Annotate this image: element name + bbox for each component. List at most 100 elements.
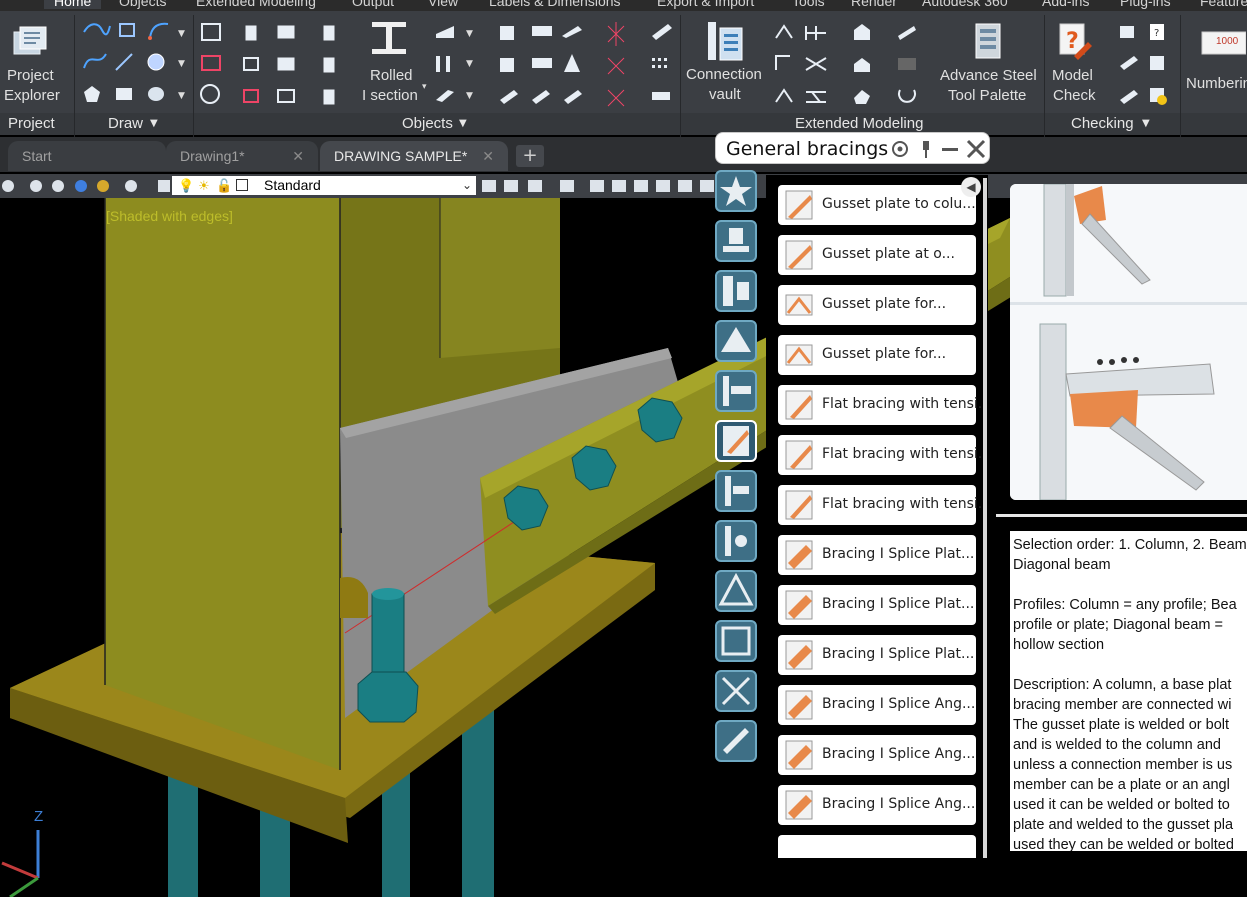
numbering-icon-text: 1000 (1216, 36, 1239, 47)
menu-autodesk-360[interactable]: Autodesk 360 (922, 0, 1008, 9)
tool-palette-icon[interactable] (975, 23, 1001, 59)
description-line: The gusset plate is welded or bolt (1013, 717, 1230, 733)
menu-home[interactable]: Home (44, 0, 102, 9)
list-item[interactable]: Bracing I Splice Ang... (778, 785, 976, 825)
draw-tools-group: ▼ ▼ ▼ (83, 22, 185, 102)
minimize-icon[interactable] (942, 148, 958, 151)
menu-export-import[interactable]: Export & Import (657, 0, 754, 9)
category-truss-icon[interactable] (715, 570, 757, 612)
palette-header[interactable]: General bracings (715, 132, 990, 164)
model-check-button[interactable]: ? Model Check (1048, 20, 1102, 110)
list-item[interactable]: Flat bracing with tensi... (778, 485, 988, 525)
panel-title-objects[interactable]: Objects (402, 115, 453, 132)
menu-add-ins[interactable]: Add-ins (1042, 0, 1089, 9)
palette-scrollbar[interactable] (983, 178, 987, 858)
objects-panel-chevron-icon[interactable]: ▼ (459, 118, 467, 129)
project-explorer-button[interactable]: Project Explorer (2, 22, 70, 108)
tool-palette-label-1[interactable]: Advance Steel (940, 66, 1037, 86)
checking-panel-chevron-icon[interactable]: ▼ (1142, 118, 1150, 129)
layer-dropdown[interactable]: 💡 ☀ 🔓 Standard ⌄ (172, 176, 476, 195)
connection-description: Selection order: 1. Column, 2. Beam Diago… (1010, 531, 1247, 851)
list-item[interactable]: Bracing I Splice Plat... (778, 535, 976, 575)
menu-view[interactable]: View (428, 0, 458, 9)
preview-splitter[interactable] (996, 514, 1247, 517)
menu-tools[interactable]: Tools (792, 0, 825, 9)
menu-render[interactable]: Render (851, 0, 897, 9)
menu-feature[interactable]: Feature (1200, 0, 1247, 9)
panel-title-draw[interactable]: Draw (108, 115, 143, 132)
arc-icon[interactable] (148, 22, 169, 40)
list-item[interactable]: Bracing I Splice Plat... (778, 585, 976, 625)
list-item[interactable]: Gusset plate to colu... (778, 185, 976, 225)
list-item[interactable]: Bracing I Splice Ang... (778, 735, 976, 775)
list-item-label: Flat bracing with tensi... (822, 496, 988, 512)
column-web (105, 198, 340, 770)
rolled-section-label-1[interactable]: Rolled (370, 66, 413, 86)
collapse-arrow-icon[interactable]: ◀ (961, 177, 981, 197)
category-frame-icon[interactable] (715, 620, 757, 662)
tool-palette-label-2[interactable]: Tool Palette (948, 86, 1026, 106)
line-icon[interactable] (115, 53, 133, 71)
menu-plug-ins[interactable]: Plug-ins (1120, 0, 1171, 9)
tool-icon-1 (652, 24, 672, 40)
rolled-section-label-2[interactable]: I section (362, 86, 418, 106)
category-clip-angle-icon[interactable] (715, 470, 757, 512)
tool-icon-3 (652, 92, 670, 100)
category-tools-icon[interactable] (715, 720, 757, 762)
rolled-i-section-icon[interactable] (372, 22, 406, 54)
list-item[interactable]: Gusset plate for... (778, 285, 976, 325)
rolled-dropdown-icon[interactable]: ▾ (422, 82, 427, 92)
panel-title-extended-modeling[interactable]: Extended Modeling (795, 115, 923, 132)
list-item[interactable]: Flat bracing with tensi... (778, 435, 988, 475)
circle-icon[interactable] (147, 53, 165, 71)
panel-title-checking[interactable]: Checking (1071, 115, 1134, 132)
rectangle-icon[interactable] (119, 23, 135, 37)
rectangle-filled-icon[interactable] (116, 88, 132, 100)
polyline-icon[interactable] (83, 23, 111, 36)
category-splice-icon[interactable] (715, 270, 757, 312)
menu-objects[interactable]: Objects (119, 0, 166, 9)
tab-drawing-sample-label: DRAWING SAMPLE* (334, 148, 468, 164)
gear-icon[interactable] (892, 141, 908, 157)
pin-icon[interactable] (923, 141, 929, 158)
hatch-icon[interactable] (148, 87, 164, 101)
list-item[interactable]: Gusset plate for... (778, 335, 976, 375)
list-item[interactable]: Bracing I Splice Ang... (778, 685, 976, 725)
sphere-icon-2 (52, 180, 64, 192)
palette-category-strip (711, 168, 763, 858)
spline-icon[interactable] (83, 53, 107, 69)
list-item[interactable]: Flat bracing with tensi... (778, 385, 988, 425)
list-item[interactable]: Bracing I Splice Plat... (778, 635, 976, 675)
category-beam-end-icon[interactable] (715, 370, 757, 412)
favorites-star-icon[interactable] (715, 170, 757, 212)
tab-drawing1[interactable]: Drawing1* ✕ (166, 141, 318, 171)
visual-style-label[interactable]: [Shaded with edges] (106, 208, 233, 224)
list-item[interactable]: Gusset plate at o... (778, 235, 976, 275)
splice-plate-icon (785, 640, 813, 670)
category-apex-icon[interactable] (715, 320, 757, 362)
list-item-label: Bracing I Splice Plat... (822, 596, 975, 612)
draw-panel-chevron-icon[interactable]: ▼ (150, 118, 158, 129)
close-icon[interactable]: ✕ (292, 141, 304, 171)
polygon-icon[interactable] (84, 86, 100, 102)
close-icon[interactable] (966, 139, 986, 159)
numbering-button[interactable]: 1000 Numbering (1184, 20, 1247, 110)
view-cube-icon-2 (612, 180, 626, 192)
menu-extended-modeling[interactable]: Extended Modeling (196, 0, 316, 9)
list-item[interactable] (778, 835, 976, 858)
category-pinned-icon[interactable] (715, 520, 757, 562)
joint-icon-6 (564, 54, 580, 72)
tab-start[interactable]: Start (8, 141, 166, 171)
model-check-label-2: Check (1053, 87, 1096, 104)
category-cross-icon[interactable] (715, 670, 757, 712)
category-base-plate-icon[interactable] (715, 220, 757, 262)
menu-labels-dimensions[interactable]: Labels & Dimensions (489, 0, 621, 9)
view-cube-icon-3 (634, 180, 648, 192)
connection-vault-button[interactable]: Connection vault (684, 20, 768, 110)
panel-title-project[interactable]: Project (8, 115, 55, 132)
tab-drawing-sample[interactable]: DRAWING SAMPLE* ✕ (320, 141, 508, 171)
close-icon[interactable]: ✕ (482, 141, 494, 171)
new-tab-button[interactable]: + (516, 145, 544, 167)
menu-output[interactable]: Output (352, 0, 394, 9)
category-general-bracings-icon[interactable] (715, 420, 757, 462)
